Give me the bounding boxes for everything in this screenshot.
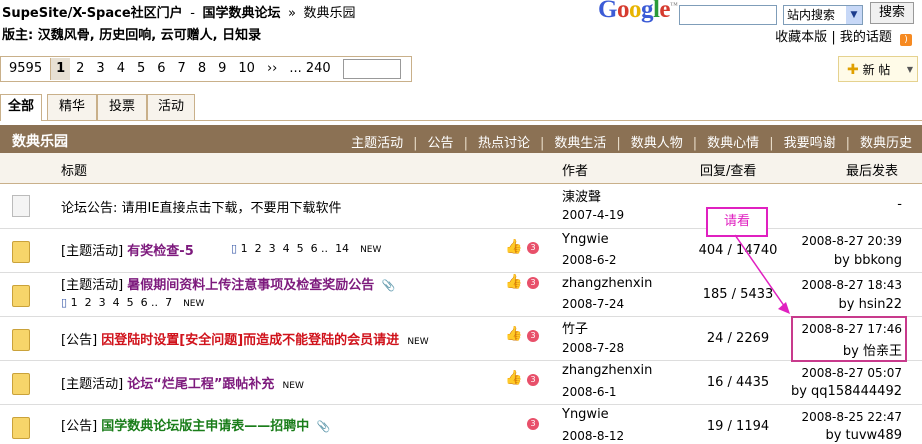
- highlight-box: [791, 316, 907, 362]
- annotation-arrow: [734, 234, 790, 314]
